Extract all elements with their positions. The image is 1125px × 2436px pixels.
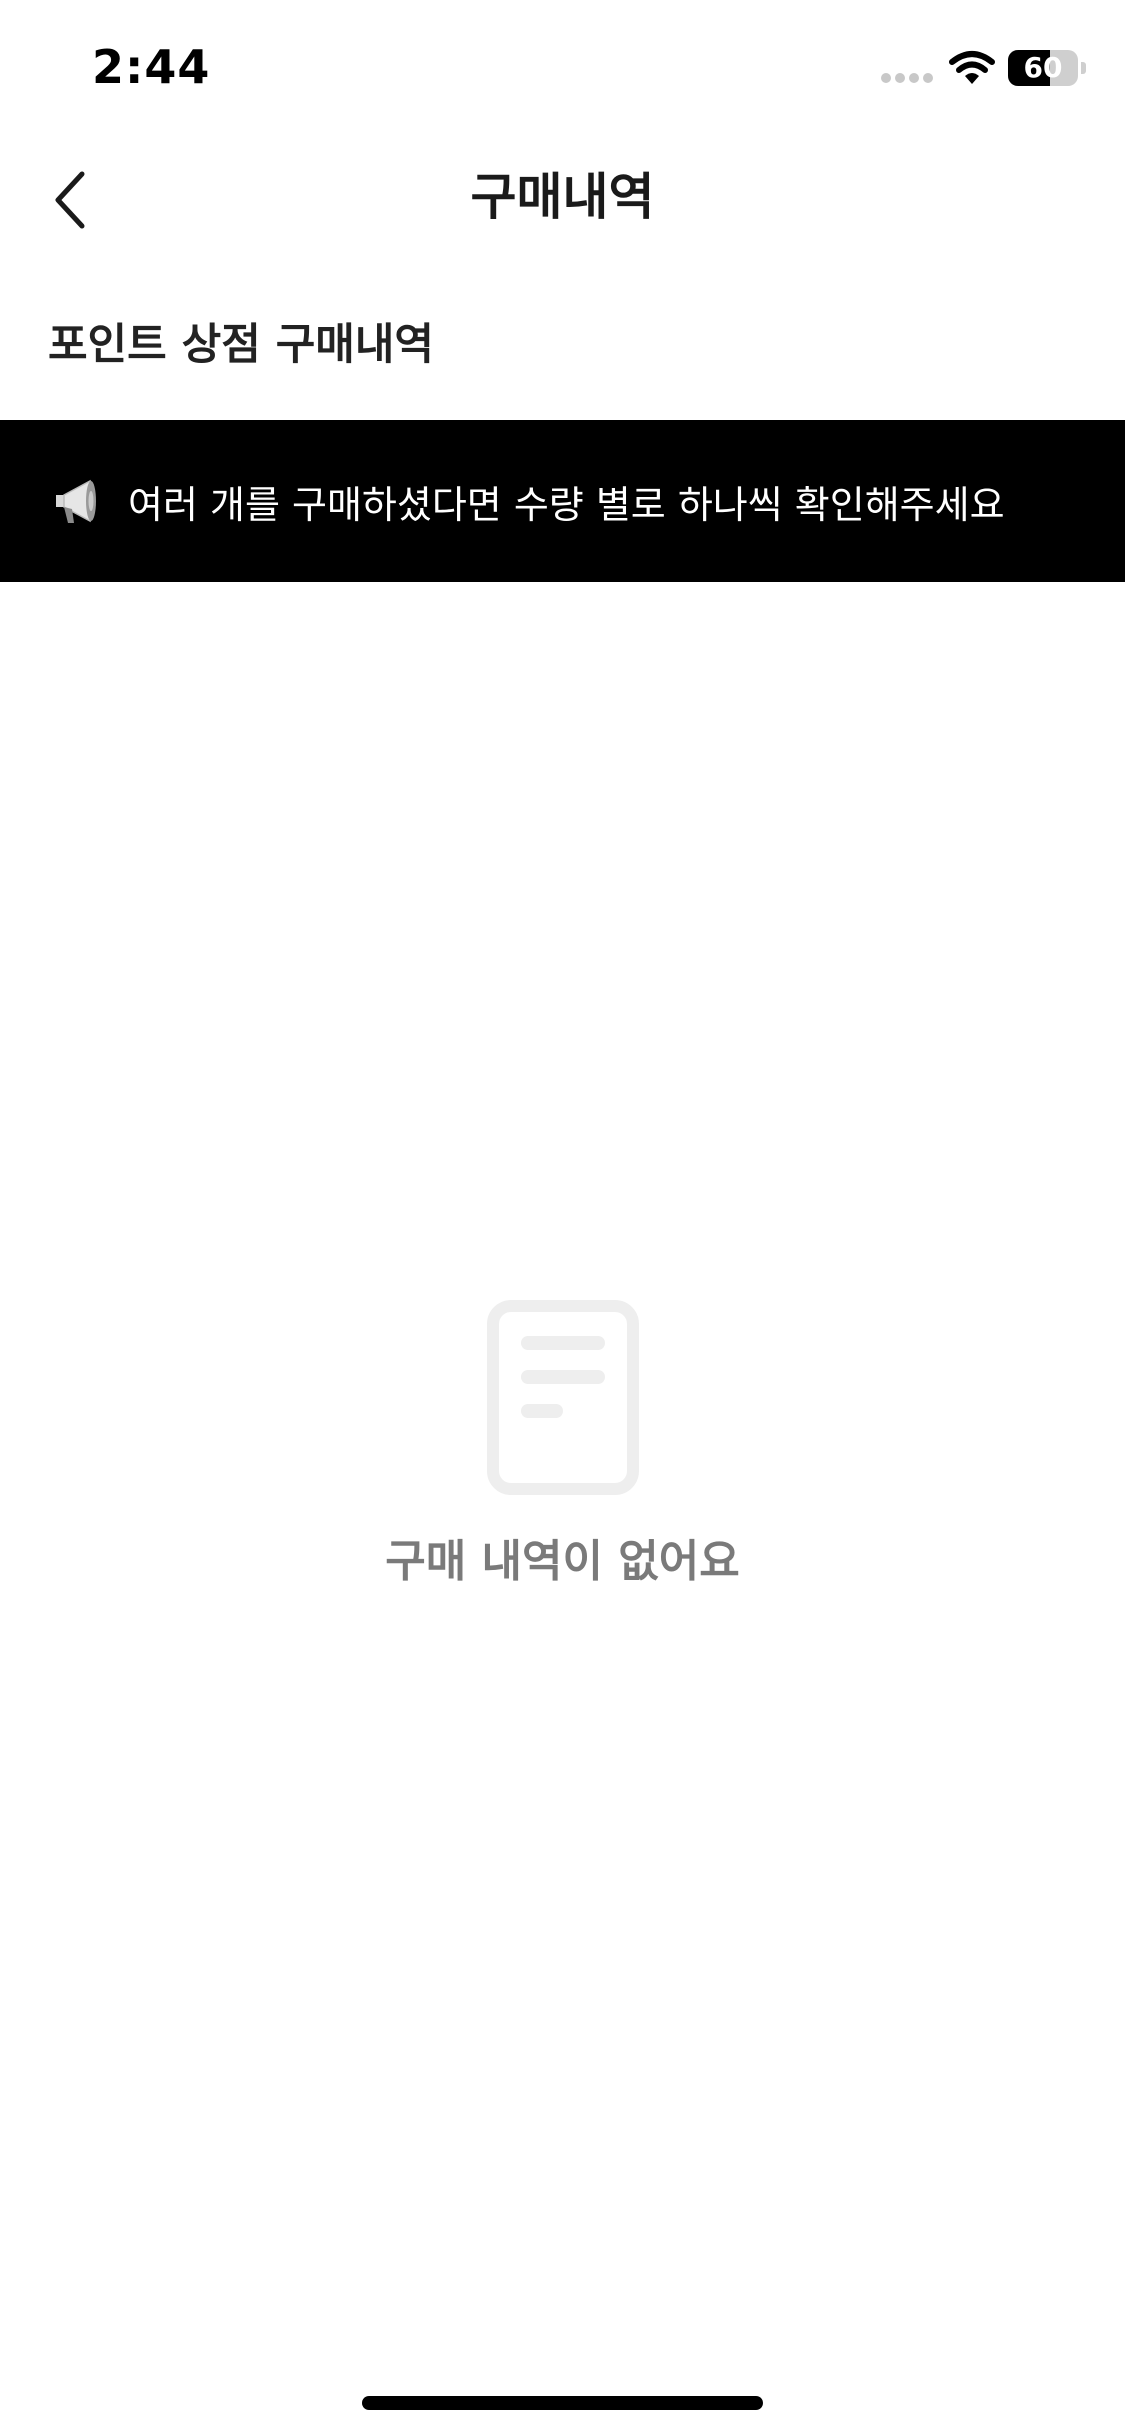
notice-text: 여러 개를 구매하셨다면 수량 별로 하나씩 확인해주세요	[128, 482, 1005, 527]
battery-body: 60	[1008, 50, 1078, 86]
battery-level: 60	[1023, 51, 1063, 84]
navigation-bar: 구매내역	[0, 140, 1125, 255]
back-button[interactable]	[30, 160, 110, 240]
empty-state: 구매 내역이 없어요	[0, 1300, 1125, 1589]
chevron-left-icon	[55, 171, 85, 229]
notice-banner: 여러 개를 구매하셨다면 수량 별로 하나씩 확인해주세요	[0, 420, 1125, 582]
wifi-icon	[949, 51, 995, 84]
battery-icon: 60	[1008, 50, 1086, 86]
document-icon	[486, 1300, 639, 1495]
signal-dots-icon	[881, 73, 933, 83]
status-bar: 2:44 60	[0, 0, 1125, 140]
status-time: 2:44	[92, 40, 211, 94]
empty-state-message: 구매 내역이 없어요	[385, 1536, 740, 1587]
page-title: 구매내역	[470, 168, 655, 226]
megaphone-icon	[50, 473, 106, 529]
battery-tip	[1081, 62, 1086, 74]
home-indicator[interactable]	[362, 2396, 763, 2410]
section-title: 포인트 상점 구매내역	[48, 320, 434, 370]
